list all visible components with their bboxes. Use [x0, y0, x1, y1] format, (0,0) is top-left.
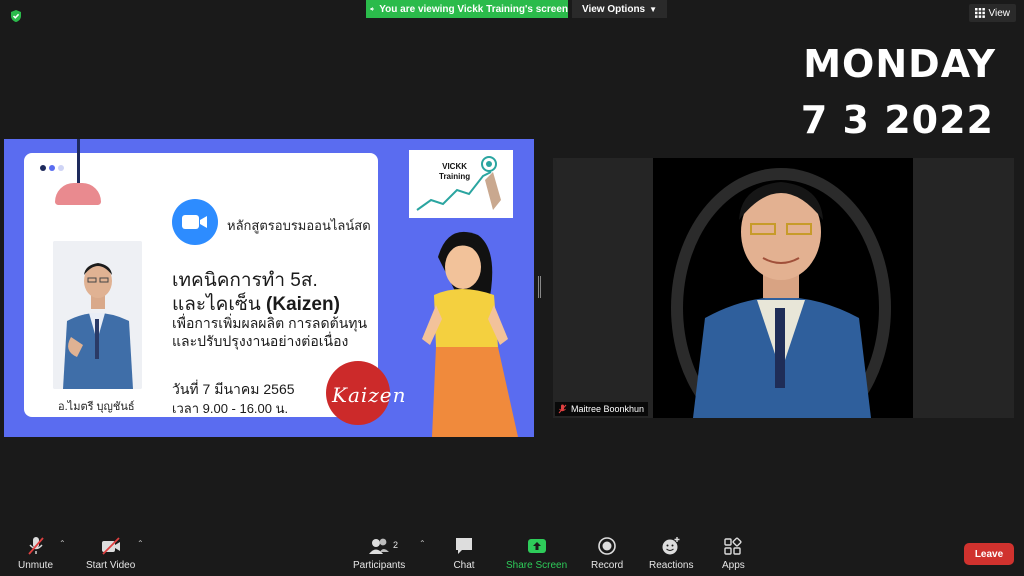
security-shield-icon[interactable]: [9, 9, 23, 23]
start-video-button[interactable]: Start Video: [86, 536, 135, 571]
slide-time-info: เวลา 9.00 - 16.00 น.: [172, 401, 289, 416]
view-layout-button[interactable]: View: [968, 4, 1016, 22]
share-screen-icon: [527, 539, 546, 553]
view-button-label: View: [988, 7, 1011, 19]
participant-name: Maitree Boonkhun: [571, 404, 645, 414]
slide-title-line2-bold: (Kaizen): [266, 294, 340, 315]
view-options-label: View Options: [581, 3, 646, 15]
participants-label: Participants: [353, 560, 406, 571]
participants-options-caret[interactable]: ⌃: [419, 539, 426, 548]
reactions-label: Reactions: [649, 560, 694, 571]
zoom-camera-icon: [172, 199, 218, 245]
apps-label: Apps: [722, 560, 745, 571]
share-screen-label: Share Screen: [506, 560, 568, 571]
participants-icon: [369, 538, 390, 554]
apps-button[interactable]: Apps: [722, 536, 745, 571]
slide-subtitle-line2: และปรับปรุงงานอย่างต่อเนื่อง: [172, 333, 349, 349]
chat-button[interactable]: Chat: [453, 536, 475, 571]
share-screen-button[interactable]: Share Screen: [506, 536, 567, 571]
record-label: Record: [591, 560, 624, 571]
video-options-caret[interactable]: ⌃: [137, 539, 144, 548]
audio-options-caret[interactable]: ⌃: [59, 539, 66, 548]
vickk-training-logo: VICKK Training: [409, 150, 513, 218]
meeting-toolbar: Unmute ⌃ Start Video ⌃ Participants 2 ⌃: [0, 530, 1024, 576]
slide-title-line2-prefix: และไคเซ็น: [172, 294, 267, 315]
teacher-name: อ.ไมตรี บุญชันธ์: [58, 401, 135, 413]
teacher-photo: [53, 241, 142, 389]
view-options-dropdown[interactable]: View Options ▼: [572, 0, 667, 18]
emoji-reaction-icon: [662, 537, 680, 555]
record-button[interactable]: Record: [591, 536, 623, 571]
lamp-cord: [77, 139, 80, 187]
course-type: หลักสูตรอบรมออนไลน์สด: [227, 218, 371, 233]
speaker-icon: [370, 7, 375, 11]
kaizen-logo-text: Kaizen: [332, 383, 407, 407]
lamp-illustration: [55, 183, 101, 205]
window-dots: [40, 165, 64, 171]
date-overlay-day: MONDAY: [803, 42, 996, 86]
date-overlay-date: 7 3 2022: [800, 98, 994, 142]
chat-label: Chat: [453, 560, 475, 571]
leave-button[interactable]: Leave: [964, 543, 1014, 565]
unmute-label: Unmute: [18, 560, 54, 571]
participants-count: 2: [393, 540, 399, 550]
apps-icon: [724, 537, 742, 555]
zoom-meeting-window: You are viewing Vickk Training's screen …: [0, 0, 1024, 576]
reactions-button[interactable]: Reactions: [649, 536, 693, 571]
unmute-button[interactable]: Unmute: [18, 536, 53, 571]
participant-name-tag: Maitree Boonkhun: [555, 402, 649, 416]
start-video-label: Start Video: [86, 560, 136, 571]
chevron-down-icon: ▼: [649, 4, 658, 14]
muted-mic-icon: [558, 404, 567, 414]
record-icon: [598, 537, 616, 555]
participant-video-tile[interactable]: Maitree Boonkhun: [553, 158, 1014, 418]
screen-share-banner: You are viewing Vickk Training's screen: [366, 0, 568, 18]
shared-screen-content[interactable]: อ.ไมตรี บุญชันธ์ หลักสูตรอบรมออนไลน์สด เ…: [4, 139, 534, 437]
split-resize-handle[interactable]: [538, 276, 541, 298]
grid-icon: [974, 8, 985, 18]
chat-icon: [456, 538, 472, 554]
participant-video: [653, 158, 913, 418]
girl-illustration: [422, 231, 518, 437]
screen-share-banner-text: You are viewing Vickk Training's screen: [379, 3, 568, 15]
muted-microphone-icon: [27, 537, 44, 555]
video-off-icon: [101, 537, 120, 555]
